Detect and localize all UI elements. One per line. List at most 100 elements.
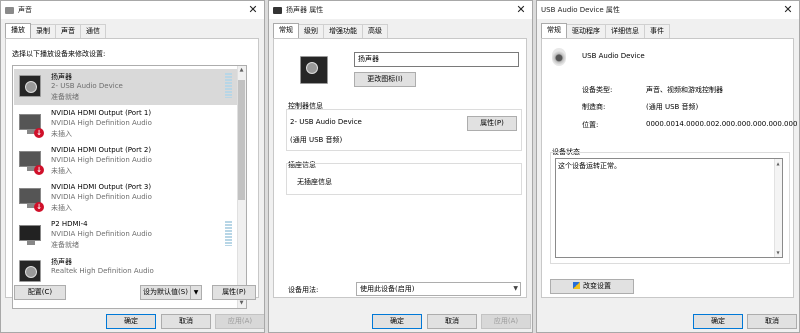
ok-button[interactable]: 确定 — [106, 314, 156, 329]
device-desc: 2- USB Audio Device — [51, 82, 123, 90]
unplugged-badge-icon: ↓ — [34, 202, 44, 212]
jack-group: 无插座信息 — [286, 163, 522, 195]
apply-button[interactable]: 应用(A) — [215, 314, 264, 329]
window-title: 声音 — [18, 6, 32, 14]
close-icon[interactable]: ✕ — [781, 3, 795, 17]
properties-button[interactable]: 属性(P) — [212, 285, 256, 300]
unplugged-badge-icon: ↓ — [34, 165, 44, 175]
tab-details[interactable]: 详细信息 — [605, 24, 645, 38]
scroll-up-icon[interactable]: ▲ — [774, 159, 782, 168]
close-icon[interactable]: ✕ — [514, 3, 528, 17]
tab-driver[interactable]: 驱动程序 — [566, 24, 606, 38]
speaker-properties-dialog: 扬声器 属性 ✕ 常规 级别 增强功能 高级 扬声器 更改图标(I) 控制器信息… — [268, 0, 533, 333]
scroll-up-icon[interactable]: ▲ — [237, 66, 246, 75]
scroll-down-icon[interactable]: ▼ — [774, 248, 782, 257]
monitor-icon: ↓ — [19, 186, 44, 212]
tab-recording[interactable]: 录制 — [30, 24, 56, 38]
sound-app-icon — [5, 6, 14, 14]
scrollbar[interactable]: ▲ ▼ — [237, 66, 246, 308]
title-bar[interactable]: 声音 ✕ — [1, 1, 264, 19]
device-name: NVIDIA HDMI Output (Port 3) — [51, 183, 152, 191]
audio-device-icon — [552, 48, 566, 66]
ok-button[interactable]: 确定 — [693, 314, 743, 329]
status-textarea[interactable]: 这个设备运转正常。 ▲ ▼ — [555, 158, 783, 258]
device-item-p2-hdmi[interactable]: P2 HDMI-4 NVIDIA High Definition Audio 准… — [14, 217, 238, 253]
tab-advanced[interactable]: 高级 — [362, 24, 388, 38]
device-type-label: 设备类型: — [582, 86, 613, 94]
ok-button[interactable]: 确定 — [372, 314, 422, 329]
manufacturer-label: 制造商: — [582, 103, 606, 111]
monitor-icon: ↓ — [19, 112, 44, 138]
window-title: 扬声器 属性 — [286, 6, 324, 14]
instruction-text: 选择以下播放设备来修改设置: — [12, 50, 106, 58]
device-item-speakers-usb[interactable]: 扬声器 2- USB Audio Device 准备就绪 — [14, 69, 238, 105]
close-icon[interactable]: ✕ — [246, 3, 260, 17]
tab-page: USB Audio Device 设备类型: 声音、视频和游戏控制器 制造商: … — [541, 38, 798, 298]
cancel-button[interactable]: 取消 — [161, 314, 211, 329]
device-type-value: 声音、视频和游戏控制器 — [646, 86, 723, 94]
tab-general[interactable]: 常规 — [273, 23, 299, 38]
device-status: 未插入 — [51, 130, 72, 138]
location-value: 0000.0014.0000.002.000.000.000.000.000 — [646, 120, 798, 128]
controller-properties-button[interactable]: 属性(P) — [467, 116, 517, 131]
status-text: 这个设备运转正常。 — [558, 162, 621, 170]
title-bar[interactable]: 扬声器 属性 ✕ — [269, 1, 532, 19]
speaker-icon — [19, 260, 43, 284]
device-desc: NVIDIA High Definition Audio — [51, 156, 152, 164]
usage-label: 设备用法: — [288, 286, 319, 294]
device-status: 未插入 — [51, 167, 72, 175]
device-list[interactable]: 扬声器 2- USB Audio Device 准备就绪 ↓ NVIDIA HD… — [12, 65, 247, 309]
tab-playback[interactable]: 播放 — [5, 23, 31, 38]
tab-sounds[interactable]: 声音 — [55, 24, 81, 38]
device-item-hdmi-2[interactable]: ↓ NVIDIA HDMI Output (Port 2) NVIDIA Hig… — [14, 143, 238, 179]
controller-group: 2- USB Audio Device (通用 USB 音频) 属性(P) — [286, 109, 522, 151]
device-name: USB Audio Device — [582, 52, 645, 60]
device-status: 准备就绪 — [51, 93, 79, 101]
tab-strip: 常规 驱动程序 详细信息 事件 — [541, 23, 670, 38]
cancel-button[interactable]: 取消 — [427, 314, 477, 329]
device-item-hdmi-1[interactable]: ↓ NVIDIA HDMI Output (Port 1) NVIDIA Hig… — [14, 106, 238, 142]
configure-button[interactable]: 配置(C) — [14, 285, 66, 300]
set-default-button[interactable]: 设为默认值(S) — [140, 285, 191, 300]
device-desc: NVIDIA High Definition Audio — [51, 193, 152, 201]
device-name: NVIDIA HDMI Output (Port 1) — [51, 109, 152, 117]
tab-levels[interactable]: 级别 — [298, 24, 324, 38]
tab-events[interactable]: 事件 — [644, 24, 670, 38]
monitor-icon: ↓ — [19, 149, 44, 175]
set-default-dropdown-icon[interactable]: ▼ — [190, 285, 202, 300]
unplugged-badge-icon: ↓ — [34, 128, 44, 138]
controller-name: 2- USB Audio Device — [290, 118, 362, 126]
device-desc: NVIDIA High Definition Audio — [51, 119, 152, 127]
device-name: P2 HDMI-4 — [51, 220, 88, 228]
tab-enhancements[interactable]: 增强功能 — [323, 24, 363, 38]
tab-strip: 常规 级别 增强功能 高级 — [273, 23, 388, 38]
scroll-thumb[interactable] — [238, 80, 245, 200]
tab-page: 选择以下播放设备来修改设置: 扬声器 2- USB Audio Device 准… — [5, 38, 259, 309]
change-settings-button[interactable]: 改变设置 — [550, 279, 634, 294]
change-icon-button[interactable]: 更改图标(I) — [354, 72, 416, 87]
device-item-hdmi-3[interactable]: ↓ NVIDIA HDMI Output (Port 3) NVIDIA Hig… — [14, 180, 238, 216]
jack-info-text: 无插座信息 — [297, 178, 332, 186]
tv-icon — [19, 223, 43, 247]
title-bar[interactable]: USB Audio Device 属性 ✕ — [537, 1, 799, 19]
tab-communications[interactable]: 通信 — [80, 24, 106, 38]
device-desc: NVIDIA High Definition Audio — [51, 230, 152, 238]
manufacturer-value: (通用 USB 音频) — [646, 103, 699, 111]
device-usage-select[interactable]: 使用此设备(启用) ▼ — [356, 282, 521, 296]
tab-strip: 播放 录制 声音 通信 — [5, 23, 106, 38]
cancel-button[interactable]: 取消 — [747, 314, 797, 329]
device-desc: Realtek High Definition Audio — [51, 267, 154, 275]
shield-icon — [573, 282, 580, 289]
device-name-input[interactable]: 扬声器 — [354, 52, 519, 67]
window-title: USB Audio Device 属性 — [541, 6, 620, 14]
sound-dialog: 声音 ✕ 播放 录制 声音 通信 选择以下播放设备来修改设置: 扬声器 2- U… — [0, 0, 265, 333]
volume-meter — [225, 73, 232, 98]
scroll-down-icon[interactable]: ▼ — [237, 299, 246, 308]
volume-meter — [225, 221, 232, 246]
controller-sub: (通用 USB 音频) — [290, 136, 343, 144]
status-scrollbar[interactable]: ▲ ▼ — [774, 159, 782, 257]
apply-button[interactable]: 应用(A) — [481, 314, 531, 329]
device-name: NVIDIA HDMI Output (Port 2) — [51, 146, 152, 154]
tab-general[interactable]: 常规 — [541, 23, 567, 38]
device-name: 扬声器 — [51, 73, 72, 81]
